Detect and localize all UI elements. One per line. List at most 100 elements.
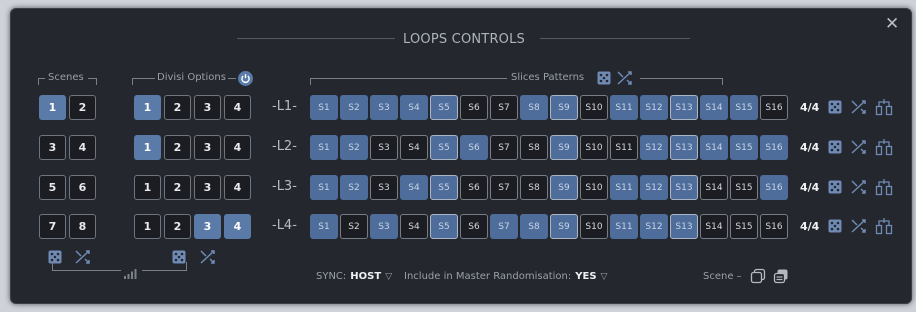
slice-l1-s11[interactable]: S11 [610, 95, 638, 120]
slice-l4-s5[interactable]: S5 [430, 214, 458, 239]
divisi-button-l3-1[interactable]: 1 [134, 175, 161, 200]
slice-l4-s12[interactable]: S12 [640, 214, 668, 239]
divisi-button-l1-3[interactable]: 3 [194, 95, 221, 120]
loop-shuffle-icon-l4[interactable] [851, 218, 867, 234]
divisi-button-l4-2[interactable]: 2 [164, 214, 191, 239]
slice-l2-s2[interactable]: S2 [340, 135, 368, 160]
shuffle-icon[interactable] [617, 70, 633, 86]
slice-l3-s15[interactable]: S15 [730, 175, 758, 200]
divisi-shuffle-icon[interactable] [200, 249, 216, 265]
time-ratio-l1[interactable]: 4/4 [800, 101, 819, 114]
loop-transfer-icon-l3[interactable] [875, 178, 893, 196]
slice-l4-s10[interactable]: S10 [580, 214, 608, 239]
scene-button-8[interactable]: 8 [69, 214, 96, 239]
divisi-button-l2-1[interactable]: 1 [134, 135, 161, 160]
loop-dice-icon-l1[interactable] [828, 100, 842, 114]
slice-l2-s11[interactable]: S11 [610, 135, 638, 160]
loop-shuffle-icon-l3[interactable] [851, 179, 867, 195]
slice-l4-s7[interactable]: S7 [490, 214, 518, 239]
slice-l1-s13[interactable]: S13 [670, 95, 698, 120]
slice-l1-s7[interactable]: S7 [490, 95, 518, 120]
slice-l1-s16[interactable]: S16 [760, 95, 788, 120]
copy-icon[interactable] [750, 268, 766, 284]
divisi-button-l1-4[interactable]: 4 [224, 95, 251, 120]
slice-l1-s4[interactable]: S4 [400, 95, 428, 120]
slice-l3-s7[interactable]: S7 [490, 175, 518, 200]
time-ratio-l3[interactable]: 4/4 [800, 181, 819, 194]
link-levels-icon[interactable] [123, 266, 139, 280]
slice-l3-s12[interactable]: S12 [640, 175, 668, 200]
time-ratio-l4[interactable]: 4/4 [800, 220, 819, 233]
slice-l4-s16[interactable]: S16 [760, 214, 788, 239]
slice-l3-s10[interactable]: S10 [580, 175, 608, 200]
close-icon[interactable]: ✕ [885, 14, 899, 34]
divisi-button-l2-4[interactable]: 4 [224, 135, 251, 160]
divisi-button-l3-2[interactable]: 2 [164, 175, 191, 200]
slice-l1-s12[interactable]: S12 [640, 95, 668, 120]
slice-l3-s16[interactable]: S16 [760, 175, 788, 200]
paste-icon[interactable] [773, 268, 789, 284]
loop-shuffle-icon-l1[interactable] [851, 99, 867, 115]
slice-l1-s15[interactable]: S15 [730, 95, 758, 120]
slice-l1-s3[interactable]: S3 [370, 95, 398, 120]
divisi-button-l1-2[interactable]: 2 [164, 95, 191, 120]
loop-dice-icon-l4[interactable] [828, 219, 842, 233]
slice-l2-s9[interactable]: S9 [550, 135, 578, 160]
slice-l1-s1[interactable]: S1 [310, 95, 338, 120]
loop-transfer-icon-l1[interactable] [875, 98, 893, 116]
slice-l4-s13[interactable]: S13 [670, 214, 698, 239]
scene-button-5[interactable]: 5 [39, 175, 66, 200]
slice-l3-s5[interactable]: S5 [430, 175, 458, 200]
slice-l2-s13[interactable]: S13 [670, 135, 698, 160]
slice-l3-s3[interactable]: S3 [370, 175, 398, 200]
divisi-button-l3-4[interactable]: 4 [224, 175, 251, 200]
sync-dropdown[interactable]: SYNC: HOST ▽ [316, 271, 392, 282]
loop-shuffle-icon-l2[interactable] [851, 139, 867, 155]
slice-l3-s2[interactable]: S2 [340, 175, 368, 200]
slice-l4-s6[interactable]: S6 [460, 214, 488, 239]
slice-l2-s8[interactable]: S8 [520, 135, 548, 160]
slice-l3-s11[interactable]: S11 [610, 175, 638, 200]
slice-l1-s10[interactable]: S10 [580, 95, 608, 120]
divisi-button-l2-3[interactable]: 3 [194, 135, 221, 160]
slice-l1-s5[interactable]: S5 [430, 95, 458, 120]
loop-transfer-icon-l2[interactable] [875, 138, 893, 156]
scene-button-1[interactable]: 1 [39, 95, 66, 120]
slice-l1-s9[interactable]: S9 [550, 95, 578, 120]
slice-l3-s1[interactable]: S1 [310, 175, 338, 200]
slice-l2-s7[interactable]: S7 [490, 135, 518, 160]
divisi-button-l3-3[interactable]: 3 [194, 175, 221, 200]
scene-button-3[interactable]: 3 [39, 135, 66, 160]
loop-dice-icon-l2[interactable] [828, 140, 842, 154]
slice-l4-s11[interactable]: S11 [610, 214, 638, 239]
slice-l3-s14[interactable]: S14 [700, 175, 728, 200]
time-ratio-l2[interactable]: 4/4 [800, 141, 819, 154]
slice-l3-s4[interactable]: S4 [400, 175, 428, 200]
loop-dice-icon-l3[interactable] [828, 180, 842, 194]
scene-button-7[interactable]: 7 [39, 214, 66, 239]
slice-l4-s9[interactable]: S9 [550, 214, 578, 239]
slice-l3-s8[interactable]: S8 [520, 175, 548, 200]
dice-icon[interactable] [597, 71, 611, 85]
slice-l2-s14[interactable]: S14 [700, 135, 728, 160]
slice-l4-s3[interactable]: S3 [370, 214, 398, 239]
slice-l1-s8[interactable]: S8 [520, 95, 548, 120]
slice-l2-s6[interactable]: S6 [460, 135, 488, 160]
divisi-button-l4-3[interactable]: 3 [194, 214, 221, 239]
slice-l2-s1[interactable]: S1 [310, 135, 338, 160]
slice-l3-s9[interactable]: S9 [550, 175, 578, 200]
slice-l4-s1[interactable]: S1 [310, 214, 338, 239]
slice-l2-s3[interactable]: S3 [370, 135, 398, 160]
divisi-button-l4-4[interactable]: 4 [224, 214, 251, 239]
slice-l2-s16[interactable]: S16 [760, 135, 788, 160]
scene-button-2[interactable]: 2 [69, 95, 96, 120]
slice-l2-s5[interactable]: S5 [430, 135, 458, 160]
slice-l2-s12[interactable]: S12 [640, 135, 668, 160]
slice-l4-s14[interactable]: S14 [700, 214, 728, 239]
master-randomisation-dropdown[interactable]: Include in Master Randomisation: YES ▽ [404, 271, 607, 282]
slice-l1-s6[interactable]: S6 [460, 95, 488, 120]
slice-l3-s6[interactable]: S6 [460, 175, 488, 200]
slice-l2-s10[interactable]: S10 [580, 135, 608, 160]
slice-l1-s2[interactable]: S2 [340, 95, 368, 120]
slice-l2-s15[interactable]: S15 [730, 135, 758, 160]
